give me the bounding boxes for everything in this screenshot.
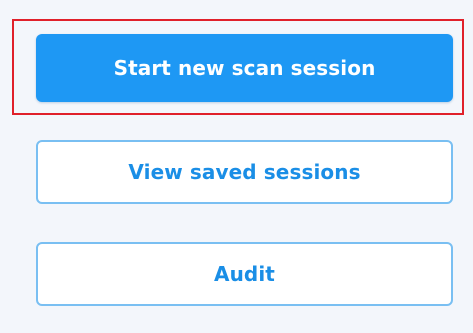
view-saved-sessions-button[interactable]: View saved sessions bbox=[36, 140, 453, 204]
menu-panel: Start new scan session View saved sessio… bbox=[0, 0, 473, 333]
audit-button[interactable]: Audit bbox=[36, 242, 453, 306]
start-new-scan-session-button[interactable]: Start new scan session bbox=[36, 34, 453, 102]
